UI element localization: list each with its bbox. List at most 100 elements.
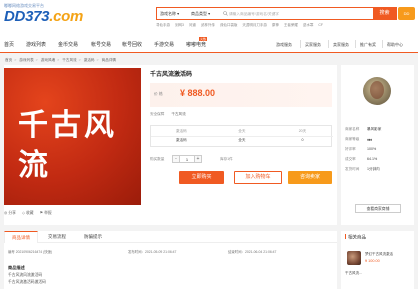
nav-right-buyer[interactable]: 买家服务: [305, 42, 321, 48]
nav-item-home[interactable]: 首页: [4, 41, 14, 48]
contact-seller-button[interactable]: 咨询卖家: [288, 171, 332, 184]
nav-right-promo[interactable]: 推广有奖: [360, 42, 376, 48]
search-button[interactable]: 搜索: [372, 6, 397, 20]
detail-section: 商品详情 交易流程 防骗提示 编号 20210906216474 (快速) 发布…: [4, 231, 337, 289]
product-image-text: 千古风流: [18, 108, 117, 183]
product-image[interactable]: 千古风流: [4, 68, 141, 205]
add-to-cart-button[interactable]: 加入购物车: [234, 171, 282, 184]
related-products: 相关商品 梦幻千古风流激活 ¥ 100.00 千古风流...: [341, 231, 414, 289]
hot-link[interactable]: 武林外传: [201, 23, 215, 27]
hot-link[interactable]: 逆水寒: [303, 23, 314, 27]
seller-level-row: 商家等级 ♦♦♦: [345, 137, 372, 142]
hot-link[interactable]: 天涯明月刀手游: [242, 23, 267, 27]
breadcrumb-current: 商品详情: [101, 58, 117, 62]
tab-fraud-tips[interactable]: 防骗提示: [76, 231, 110, 243]
seller-name[interactable]: 暴风影家: [367, 127, 381, 132]
search-icon: [223, 11, 228, 16]
buy-now-button[interactable]: 立即购买: [179, 171, 224, 184]
seller-name-label: 商家名称: [345, 127, 360, 131]
search-bar: 游戏名称 ▾ 商品类型 ▾ 搜索: [156, 6, 397, 20]
info-value: 全天: [238, 138, 246, 142]
stock-text: 库存1件: [220, 157, 233, 161]
seller-avatar[interactable]: [363, 77, 391, 105]
nav-item-mobile[interactable]: 手游交易: [154, 41, 174, 48]
quantity-input[interactable]: 1: [180, 155, 194, 163]
info-value: 0: [301, 138, 304, 142]
publish-time: 发布时间：2021-05-09 21:06:47: [128, 250, 177, 254]
seller-name-row: 商家名称 暴风影家: [345, 127, 381, 132]
hot-link[interactable]: 王者荣耀: [284, 23, 298, 27]
description-line: 千古风流激活码激活码: [8, 280, 46, 284]
nav-right-seller[interactable]: 卖家服务: [333, 42, 349, 48]
info-key: 全天: [238, 129, 246, 133]
favorite-link[interactable]: ◇ 收藏: [22, 211, 34, 215]
quantity-label: 购买数量: [150, 157, 165, 161]
nav-item-recycle[interactable]: 帐号回收: [122, 41, 142, 48]
description-line: 千古风流风流激活码: [8, 273, 43, 277]
product-card: 千古风流 ◎ 分享 ◇ 收藏 ⚑ 举报 千古风流激活码 价 格 ¥ 888.00…: [4, 65, 337, 225]
report-link[interactable]: ⚑ 举报: [40, 211, 52, 215]
breadcrumb-sep: >: [35, 58, 38, 62]
breadcrumb-item[interactable]: 游戏列表: [19, 58, 33, 62]
seller-deal: 64.1%: [367, 157, 378, 161]
view-shop-button[interactable]: 查看商家商铺: [355, 204, 401, 213]
nav-item-gold[interactable]: 金币交易: [58, 41, 78, 48]
seller-time-label: 发货时间: [345, 167, 360, 171]
end-time: 结束时间：2021-06-04 21:06:47: [228, 250, 277, 254]
hot-link[interactable]: 原神: [272, 23, 279, 27]
related-item-title[interactable]: 梦幻千古风流激活: [365, 252, 393, 257]
hot-link[interactable]: 寻仙手游: [156, 23, 170, 27]
hot-link[interactable]: 问道: [189, 23, 196, 27]
nav-divider: [300, 40, 301, 48]
info-key: 激活码: [175, 129, 187, 133]
security-label: 安全保障: [150, 112, 165, 116]
breadcrumb-item[interactable]: 千古风流: [62, 58, 76, 62]
hot-search-links: 寻仙手游 剑网3 问道 武林外传 诛仙口袋版 天涯明月刀手游 原神 王者荣耀 逆…: [156, 23, 416, 29]
hot-link[interactable]: 诛仙口袋版: [220, 23, 238, 27]
corner-app-logo[interactable]: DD: [398, 7, 415, 20]
nav-item-esports[interactable]: 嘟嘟电竞: [186, 41, 206, 48]
image-actions: ◎ 分享 ◇ 收藏 ⚑ 举报: [4, 210, 57, 216]
nav-hot-badge: 火热: [199, 37, 208, 41]
site-logo[interactable]: DD373.com: [4, 9, 83, 24]
security-row: 安全保障 千古风流: [150, 112, 186, 117]
seller-deal-label: 成交率: [345, 157, 356, 161]
info-cell: 20天 0: [272, 126, 333, 148]
quantity-plus-button[interactable]: +: [194, 155, 202, 163]
seller-deal-row: 成交率 64.1%: [345, 157, 377, 162]
detail-tabs: 商品详情 交易流程 防骗提示: [4, 231, 337, 243]
quantity-row: 购买数量 - 1 + 库存1件: [150, 155, 332, 163]
search-game-select[interactable]: 游戏名称 ▾: [160, 11, 179, 17]
main-nav: 首页 游戏列表 金币交易 帐号交易 帐号回收 手游交易 嘟嘟电竞 火热 游戏服务…: [0, 36, 418, 53]
price-value: ¥ 888.00: [180, 88, 216, 98]
hot-link[interactable]: 剑网3: [175, 23, 184, 27]
search-category-select[interactable]: 商品类型 ▾: [191, 11, 210, 17]
quantity-minus-button[interactable]: -: [172, 155, 180, 163]
breadcrumb-item[interactable]: 首页: [5, 58, 12, 62]
description-title: 商品描述: [8, 265, 25, 270]
info-value: 激活码: [175, 138, 187, 142]
related-title: 相关商品: [345, 234, 366, 241]
breadcrumb-sep: >: [57, 58, 60, 62]
logo-text: DD373: [4, 8, 50, 25]
breadcrumb: 首页 > 游戏列表 > 游戏风魂 > 千古风流 > 激活码 > 商品详情: [5, 58, 116, 63]
share-link[interactable]: ◎ 分享: [4, 211, 16, 215]
hot-link[interactable]: CF: [318, 23, 323, 27]
product-info-table: 激活码 激活码 全天 全天 20天 0: [150, 125, 333, 148]
tab-process[interactable]: 交易流程: [40, 231, 74, 243]
seller-time-row: 发货时间 1分钟内: [345, 167, 380, 172]
related-item-more[interactable]: 千古风流...: [345, 271, 362, 276]
nav-item-games[interactable]: 游戏列表: [26, 41, 46, 48]
nav-right-game-service[interactable]: 游戏服务: [276, 42, 292, 48]
price-label: 价 格: [154, 92, 163, 96]
seller-level-label: 商家等级: [345, 137, 360, 141]
nav-right-help[interactable]: 帮助中心: [387, 42, 403, 48]
nav-divider: [328, 40, 329, 48]
related-item-image[interactable]: [347, 251, 361, 265]
breadcrumb-item[interactable]: 游戏风魂: [41, 58, 55, 62]
breadcrumb-item[interactable]: 激活码: [84, 58, 95, 62]
seller-rate-row: 好评率 100%: [345, 147, 376, 152]
nav-item-accounts[interactable]: 帐号交易: [91, 41, 111, 48]
search-input[interactable]: [229, 9, 349, 18]
tab-detail[interactable]: 商品详情: [4, 231, 38, 243]
